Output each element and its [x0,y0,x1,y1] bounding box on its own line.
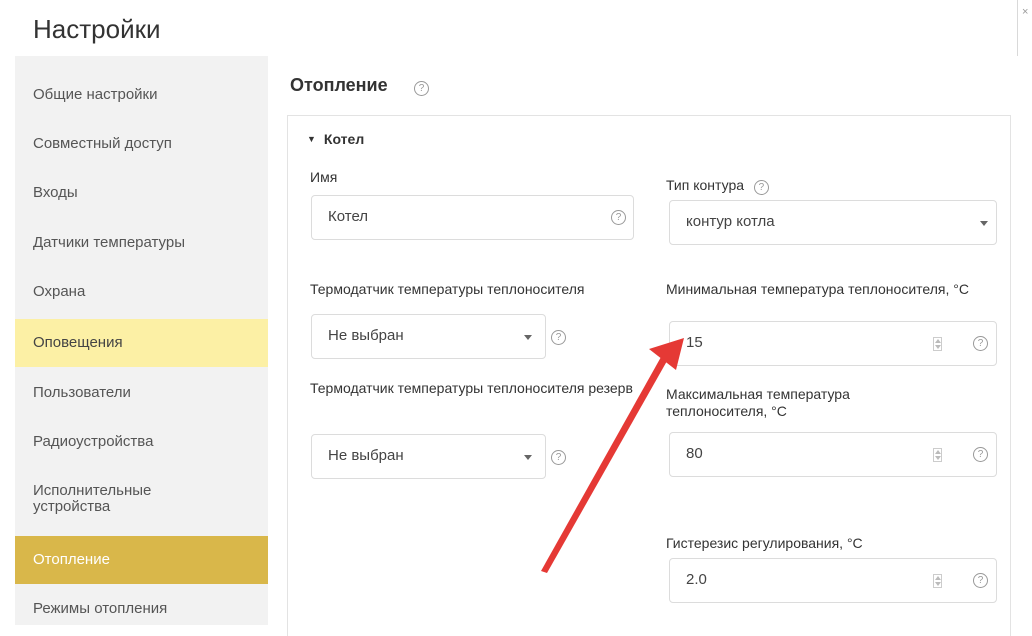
dropdown-caret-icon [980,221,988,226]
min-temp-value: 15 [686,334,703,351]
sidebar-item-heating-modes[interactable]: Режимы отопления [15,585,268,633]
help-icon[interactable]: ? [753,180,769,195]
settings-window: Настройки Общие настройки Совместный дос… [0,0,1018,636]
sidebar-item-heating[interactable]: Отопление [15,536,268,584]
collapse-triangle-icon: ▼ [307,134,316,144]
sidebar-item-temperature-sensors[interactable]: Датчики температуры [15,219,268,267]
name-value: Котел [328,208,369,225]
name-input[interactable]: Котел ? [311,195,634,240]
section-header[interactable]: ▼ Котел [307,131,364,147]
sensor-value: Не выбран [328,327,404,344]
sidebar-item-users[interactable]: Пользователи [15,369,268,417]
help-icon[interactable]: ? [973,336,988,351]
window-title: Настройки [33,14,161,44]
hysteresis-value: 2.0 [686,571,707,588]
sidebar-item-shared-access[interactable]: Совместный доступ [15,120,268,168]
dropdown-caret-icon [524,455,532,460]
min-temp-input[interactable]: 15 ? [669,321,997,366]
sidebar-item-security[interactable]: Охрана [15,268,268,316]
boiler-section: ▼ Котел Имя Котел ? Тип контура ? контур … [287,115,1011,636]
max-temp-label: Максимальная температура теплоносителя, … [666,386,850,419]
help-icon[interactable]: ? [973,447,988,462]
help-icon[interactable]: ? [551,450,566,465]
sensor-reserve-select[interactable]: Не выбран [311,434,546,479]
hysteresis-label: Гистерезис регулирования, °C [666,535,863,551]
help-icon[interactable]: ? [973,573,988,588]
hysteresis-input[interactable]: 2.0 ? [669,558,997,603]
sensor-select[interactable]: Не выбран [311,314,546,359]
close-icon[interactable]: × [1022,6,1028,18]
sidebar-item-inputs[interactable]: Входы [15,169,268,217]
sidebar-item-radio-devices[interactable]: Радиоустройства [15,418,268,466]
max-temp-value: 80 [686,445,703,462]
circuit-type-label: Тип контура [666,177,745,193]
title-bar: Настройки [0,0,1018,56]
sensor-reserve-value: Не выбран [328,447,404,464]
max-temp-input[interactable]: 80 ? [669,432,997,477]
help-icon[interactable]: ? [611,210,626,225]
spinner-icon[interactable] [933,448,942,462]
help-icon[interactable]: ? [551,330,566,345]
spinner-icon[interactable] [933,574,942,588]
sidebar-item-actuators[interactable]: Исполнительные устройства [15,468,215,530]
main-panel: Отопление ? ▼ Котел Имя Котел ? Тип конту… [268,56,1018,636]
section-title: Котел [323,131,365,147]
sensor-label: Термодатчик температуры теплоносителя [310,281,585,297]
sidebar-item-general[interactable]: Общие настройки [15,71,268,119]
sidebar: Общие настройки Совместный доступ Входы … [15,56,268,625]
dropdown-caret-icon [524,335,532,340]
min-temp-label: Минимальная температура теплоносителя, °… [666,281,969,297]
page-title: Отопление [290,75,388,95]
name-label: Имя [310,169,338,185]
circuit-type-select[interactable]: контур котла [669,200,997,245]
sensor-reserve-label: Термодатчик температуры теплоносителя ре… [310,380,633,396]
help-icon[interactable]: ? [414,81,429,96]
spinner-icon[interactable] [933,337,942,351]
circuit-type-value: контур котла [686,213,775,230]
sidebar-item-notifications[interactable]: Оповещения [15,319,268,367]
